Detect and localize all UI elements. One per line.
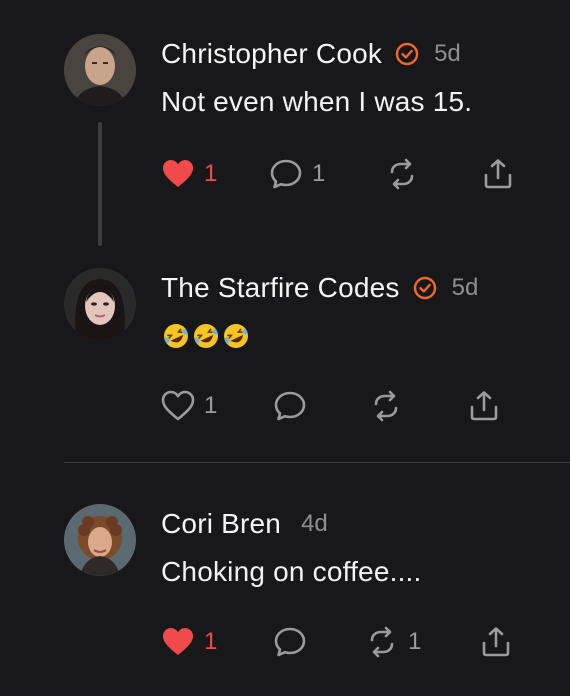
post-text: Not even when I was 15.: [161, 86, 473, 117]
verified-badge-icon: [413, 276, 436, 300]
reply-button[interactable]: 1: [268, 154, 325, 194]
avatar-image: [64, 34, 136, 106]
repost-icon: [370, 626, 394, 658]
share-icon: [482, 627, 510, 657]
post-time: 5d: [434, 40, 461, 67]
like-button[interactable]: 1: [160, 386, 217, 426]
repost-count: 1: [408, 628, 422, 655]
author-name[interactable]: Christopher Cook: [161, 38, 382, 70]
avatar[interactable]: [64, 268, 136, 340]
repost-icon: [374, 390, 398, 422]
share-button[interactable]: [478, 622, 514, 662]
like-count: 1: [204, 392, 218, 419]
comment-icon: [270, 159, 302, 189]
reply-button[interactable]: [272, 622, 308, 662]
reply-count: 1: [312, 160, 326, 187]
verified-badge-icon: [395, 42, 419, 66]
comment-icon: [274, 627, 306, 657]
share-icon: [484, 159, 512, 189]
like-button[interactable]: 1: [160, 154, 217, 194]
post-header: Cori Bren 4d: [161, 506, 328, 542]
share-icon: [470, 391, 498, 421]
post-header: The Starfire Codes 5d: [161, 270, 478, 306]
like-count: 1: [204, 628, 218, 655]
comment-icon: [274, 391, 306, 421]
share-button[interactable]: [466, 386, 502, 426]
heart-icon: [163, 628, 193, 655]
avatar[interactable]: [64, 34, 136, 106]
thread-line: [98, 122, 102, 246]
heart-icon: [163, 160, 193, 187]
post-text: Choking on coffee....: [161, 556, 422, 587]
repost-button[interactable]: [384, 154, 428, 194]
avatar-image: [64, 504, 136, 576]
avatar-image: [64, 268, 136, 340]
share-button[interactable]: [480, 154, 516, 194]
like-button[interactable]: 1: [160, 622, 217, 662]
post-time: 5d: [451, 274, 479, 301]
thread-divider: [64, 462, 570, 463]
rolling-on-floor-laughing-icon: [224, 324, 248, 348]
post-actions: 1: [160, 386, 540, 426]
rolling-on-floor-laughing-icon: [164, 324, 188, 348]
post-actions: 1 1: [160, 622, 540, 662]
post-time: 4d: [301, 510, 328, 537]
repost-button[interactable]: 1: [364, 622, 421, 662]
post-header: Christopher Cook 5d: [161, 36, 461, 72]
author-name[interactable]: Cori Bren: [161, 508, 281, 540]
repost-button[interactable]: [368, 386, 404, 426]
avatar[interactable]: [64, 504, 136, 576]
repost-icon: [390, 158, 414, 190]
heart-icon: [161, 390, 195, 421]
post-actions: 1 1: [160, 154, 540, 194]
like-count: 1: [204, 160, 218, 187]
reply-button[interactable]: [272, 386, 308, 426]
post-emoji-text: [161, 321, 251, 351]
author-name[interactable]: The Starfire Codes: [161, 272, 400, 304]
rolling-on-floor-laughing-icon: [194, 324, 218, 348]
